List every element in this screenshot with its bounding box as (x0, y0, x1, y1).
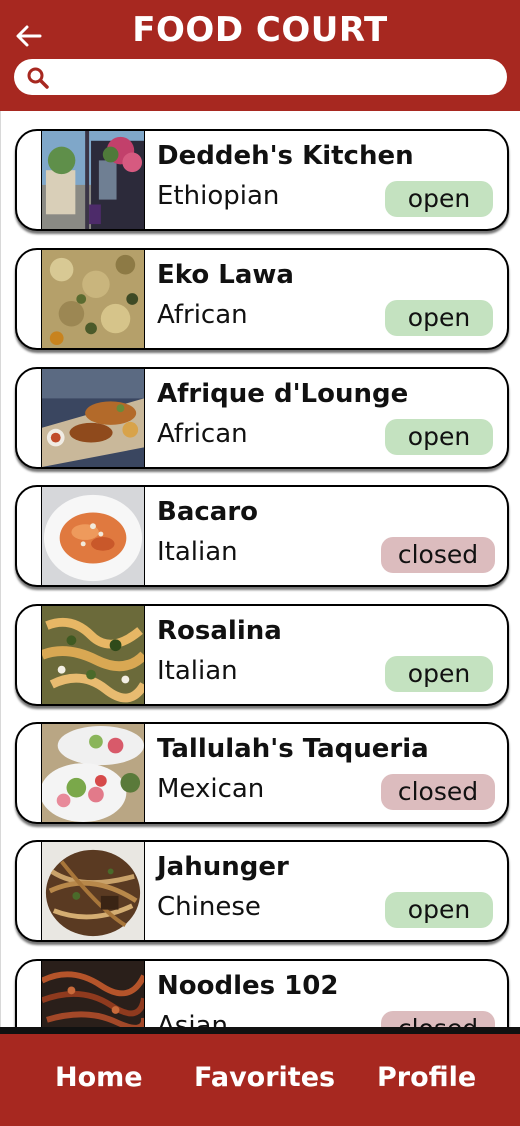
restaurant-card[interactable]: Bacaro Italian closed (15, 485, 509, 587)
restaurant-name: Noodles 102 (157, 971, 339, 1001)
restaurant-card[interactable]: Deddeh's Kitchen Ethiopian open (15, 129, 509, 231)
restaurant-photo (41, 842, 145, 940)
restaurant-card[interactable]: Eko Lawa African open (15, 248, 509, 350)
page-title: FOOD COURT (132, 10, 388, 50)
restaurant-photo (41, 250, 145, 348)
status-badge: closed (381, 774, 495, 810)
restaurant-card[interactable]: Jahunger Chinese open (15, 840, 509, 942)
restaurant-photo (41, 724, 145, 822)
restaurant-photo (41, 131, 145, 229)
nav-favorites[interactable]: Favorites (194, 1062, 335, 1093)
status-badge: open (385, 656, 493, 692)
restaurant-list[interactable]: Deddeh's Kitchen Ethiopian open Eko Lawa… (0, 111, 520, 1027)
restaurant-cuisine: Chinese (157, 892, 261, 922)
status-badge: open (385, 181, 493, 217)
restaurant-cuisine: Mexican (157, 774, 265, 804)
restaurant-cuisine: African (157, 419, 248, 449)
restaurant-photo (41, 487, 145, 585)
restaurant-card[interactable]: Rosalina Italian open (15, 604, 509, 706)
restaurant-name: Rosalina (157, 616, 282, 646)
restaurant-photo (41, 606, 145, 704)
restaurant-name: Tallulah's Taqueria (157, 734, 429, 764)
restaurant-card[interactable]: Afrique d'Lounge African open (15, 367, 509, 469)
status-badge: open (385, 419, 493, 455)
restaurant-cuisine: Italian (157, 537, 238, 567)
status-badge: open (385, 300, 493, 336)
restaurant-photo (41, 369, 145, 467)
nav-profile[interactable]: Profile (377, 1062, 476, 1093)
status-badge: closed (381, 1011, 495, 1027)
search-input[interactable] (58, 62, 493, 92)
restaurant-cuisine: Asian (157, 1011, 228, 1027)
restaurant-cuisine: Ethiopian (157, 181, 280, 211)
app-header: FOOD COURT (0, 0, 520, 111)
status-badge: open (385, 892, 493, 928)
restaurant-name: Deddeh's Kitchen (157, 141, 414, 171)
restaurant-cuisine: African (157, 300, 248, 330)
restaurant-name: Bacaro (157, 497, 259, 527)
restaurant-name: Eko Lawa (157, 260, 294, 290)
nav-home[interactable]: Home (55, 1062, 143, 1093)
status-badge: closed (381, 537, 495, 573)
restaurant-photo (41, 961, 145, 1027)
restaurant-name: Jahunger (157, 852, 289, 882)
restaurant-cuisine: Italian (157, 656, 238, 686)
search-bar[interactable] (14, 59, 507, 95)
restaurant-card[interactable]: Tallulah's Taqueria Mexican closed (15, 722, 509, 824)
restaurant-card[interactable]: Noodles 102 Asian closed (15, 959, 509, 1027)
search-icon (27, 67, 49, 89)
restaurant-name: Afrique d'Lounge (157, 379, 409, 409)
bottom-nav: Home Favorites Profile (0, 1027, 520, 1126)
